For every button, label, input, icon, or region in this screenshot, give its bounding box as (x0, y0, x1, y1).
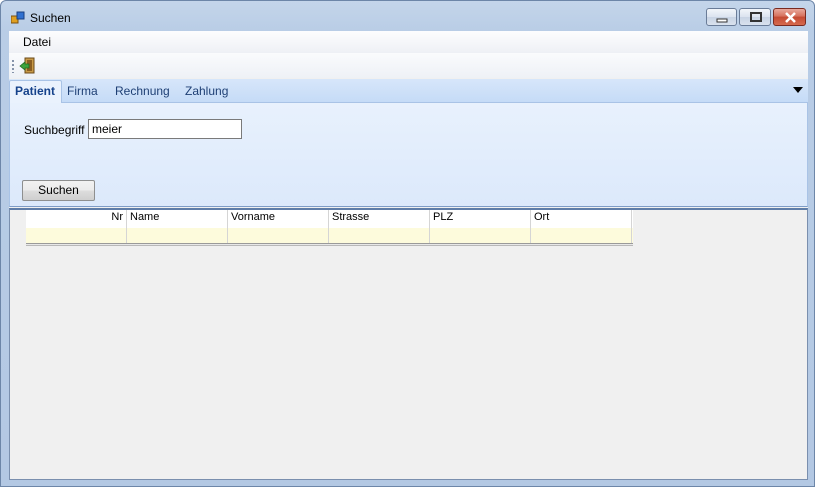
minimize-icon (716, 18, 728, 23)
search-button[interactable]: Suchen (22, 180, 95, 201)
toolbar (9, 53, 808, 78)
close-icon (785, 12, 796, 23)
tab-strip: Patient Firma Rechnung Zahlung (9, 79, 808, 104)
close-button[interactable] (773, 8, 806, 26)
maximize-icon (750, 12, 762, 22)
menu-item-datei[interactable]: Datei (23, 35, 51, 49)
column-header-strasse[interactable]: Strasse (329, 210, 430, 228)
cell-name[interactable] (127, 228, 228, 243)
client-area: Datei Patient Firma Rechnung Zahlung Suc… (9, 31, 808, 480)
cell-nr[interactable] (26, 228, 127, 243)
cell-plz[interactable] (430, 228, 531, 243)
grid-header: Nr Name Vorname Strasse PLZ Ort (26, 210, 633, 228)
window: Suchen Datei Patient Firma Rechnung Zahl… (0, 0, 815, 487)
results-grid[interactable]: Nr Name Vorname Strasse PLZ Ort (26, 210, 633, 246)
tab-firma[interactable]: Firma (67, 84, 98, 98)
tab-zahlung[interactable]: Zahlung (185, 84, 228, 98)
toolbar-grip[interactable] (12, 59, 14, 73)
tab-patient[interactable]: Patient (9, 80, 62, 104)
column-header-plz[interactable]: PLZ (430, 210, 531, 228)
exit-door-icon[interactable] (19, 57, 37, 75)
column-header-ort[interactable]: Ort (531, 210, 632, 228)
results-area: Nr Name Vorname Strasse PLZ Ort (9, 208, 808, 480)
search-label: Suchbegriff (24, 123, 85, 137)
window-title: Suchen (30, 11, 71, 25)
tab-rechnung[interactable]: Rechnung (115, 84, 170, 98)
minimize-button[interactable] (706, 8, 737, 26)
cell-vorname[interactable] (228, 228, 329, 243)
table-row[interactable] (26, 228, 633, 243)
search-panel: Suchbegriff Suchen (9, 103, 808, 207)
search-input[interactable] (88, 119, 242, 139)
cell-ort[interactable] (531, 228, 632, 243)
column-header-nr[interactable]: Nr (26, 210, 127, 228)
maximize-button[interactable] (739, 8, 771, 26)
title-bar[interactable]: Suchen (1, 1, 814, 31)
column-header-vorname[interactable]: Vorname (228, 210, 329, 228)
menu-bar: Datei (9, 31, 808, 53)
chevron-down-icon[interactable] (793, 87, 803, 93)
column-header-name[interactable]: Name (127, 210, 228, 228)
cell-strasse[interactable] (329, 228, 430, 243)
grid-bottom-border (26, 243, 633, 246)
app-icon (11, 11, 25, 24)
